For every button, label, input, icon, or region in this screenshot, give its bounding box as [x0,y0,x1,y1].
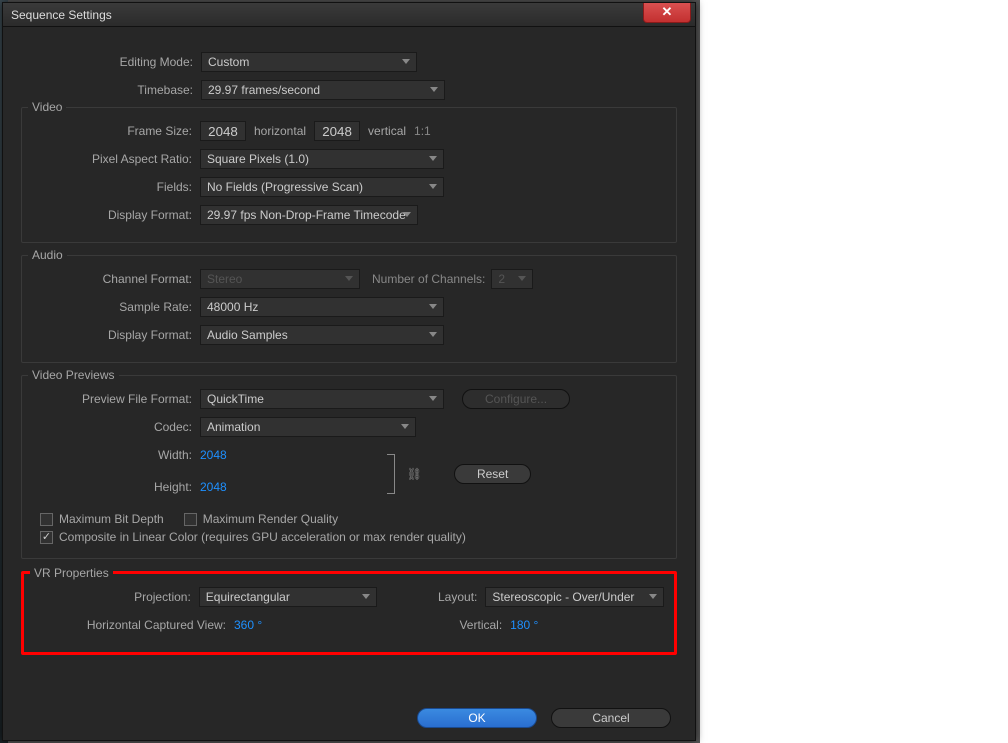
par-value: Square Pixels (1.0) [207,152,309,166]
num-channels-value: 2 [498,272,505,286]
dialog-window: Sequence Settings ✕ Editing Mode: Custom… [2,2,696,741]
layout-dropdown[interactable]: Stereoscopic - Over/Under [485,587,664,607]
audio-group: Audio Channel Format: Stereo Number of C… [21,255,677,363]
composite-linear-label: Composite in Linear Color (requires GPU … [59,530,466,544]
chevron-down-icon [649,594,657,599]
titlebar[interactable]: Sequence Settings ✕ [3,3,695,27]
timebase-value: 29.97 frames/second [208,83,320,97]
projection-value: Equirectangular [206,590,290,604]
fields-value: No Fields (Progressive Scan) [207,180,363,194]
chevron-down-icon [403,212,411,217]
chevron-down-icon [429,156,437,161]
background-right [700,0,1008,743]
audio-display-format-label: Display Format: [32,328,200,342]
window-title: Sequence Settings [11,8,112,22]
video-previews-group: Video Previews Preview File Format: Quic… [21,375,677,559]
composite-linear-checkbox[interactable] [40,531,53,544]
codec-label: Codec: [32,420,200,434]
dialog-content: Editing Mode: Custom Timebase: 29.97 fra… [3,27,695,677]
vr-vertical-label: Vertical: [262,618,510,632]
max-render-quality-checkbox[interactable] [184,513,197,526]
layout-value: Stereoscopic - Over/Under [492,590,634,604]
chevron-down-icon [429,332,437,337]
audio-group-title: Audio [28,248,67,262]
vr-properties-group: VR Properties Projection: Equirectangula… [21,571,677,655]
preview-format-label: Preview File Format: [32,392,200,406]
preview-height-value[interactable]: 2048 [200,480,227,494]
editing-mode-label: Editing Mode: [21,55,201,69]
max-bit-depth-checkbox[interactable] [40,513,53,526]
editing-mode-dropdown[interactable]: Custom [201,52,417,72]
sample-rate-label: Sample Rate: [32,300,200,314]
chevron-down-icon [362,594,370,599]
video-group: Video Frame Size: horizontal vertical 1:… [21,107,677,243]
vr-vertical-value[interactable]: 180 ° [510,618,538,632]
chain-link-icon[interactable]: ⛓ [407,467,422,481]
chevron-down-icon [430,87,438,92]
timebase-dropdown[interactable]: 29.97 frames/second [201,80,445,100]
reset-label: Reset [477,467,508,481]
configure-button: Configure... [462,389,570,409]
chevron-down-icon [429,184,437,189]
fields-dropdown[interactable]: No Fields (Progressive Scan) [200,177,444,197]
video-previews-title: Video Previews [28,368,119,382]
max-bit-depth-label: Maximum Bit Depth [59,512,164,526]
cancel-label: Cancel [592,711,629,725]
chevron-down-icon [518,276,526,281]
channel-format-label: Channel Format: [32,272,200,286]
close-button[interactable]: ✕ [643,3,691,23]
chevron-down-icon [401,424,409,429]
horizontal-text: horizontal [254,124,306,138]
num-channels-dropdown: 2 [491,269,533,289]
dialog-footer: OK Cancel [417,708,671,728]
ok-label: OK [468,711,485,725]
chevron-down-icon [429,396,437,401]
timebase-label: Timebase: [21,83,201,97]
ok-button[interactable]: OK [417,708,537,728]
close-icon: ✕ [662,4,673,19]
frame-height-input[interactable] [314,121,360,141]
preview-format-dropdown[interactable]: QuickTime [200,389,444,409]
par-dropdown[interactable]: Square Pixels (1.0) [200,149,444,169]
fields-label: Fields: [32,180,200,194]
video-display-format-dropdown[interactable]: 29.97 fps Non-Drop-Frame Timecode [200,205,418,225]
preview-format-value: QuickTime [207,392,264,406]
preview-width-label: Width: [32,448,200,462]
sample-rate-dropdown[interactable]: 48000 Hz [200,297,444,317]
channel-format-dropdown: Stereo [200,269,360,289]
chevron-down-icon [345,276,353,281]
frame-width-input[interactable] [200,121,246,141]
codec-dropdown[interactable]: Animation [200,417,416,437]
layout-label: Layout: [377,590,485,604]
codec-value: Animation [207,420,260,434]
preview-height-label: Height: [32,480,200,494]
chevron-down-icon [429,304,437,309]
num-channels-label: Number of Channels: [372,272,485,286]
channel-format-value: Stereo [207,272,242,286]
chevron-down-icon [402,59,410,64]
editing-mode-value: Custom [208,55,249,69]
preview-width-value[interactable]: 2048 [200,448,227,462]
cancel-button[interactable]: Cancel [551,708,671,728]
par-label: Pixel Aspect Ratio: [32,152,200,166]
projection-dropdown[interactable]: Equirectangular [199,587,378,607]
configure-label: Configure... [485,392,547,406]
hcv-label: Horizontal Captured View: [34,618,234,632]
video-display-format-value: 29.97 fps Non-Drop-Frame Timecode [207,208,406,222]
vr-properties-title: VR Properties [30,566,113,580]
hcv-value[interactable]: 360 ° [234,618,262,632]
sample-rate-value: 48000 Hz [207,300,258,314]
max-render-quality-label: Maximum Render Quality [203,512,338,526]
frame-size-label: Frame Size: [32,124,200,138]
bracket-icon [387,454,395,494]
audio-display-format-value: Audio Samples [207,328,288,342]
audio-display-format-dropdown[interactable]: Audio Samples [200,325,444,345]
vertical-text: vertical [368,124,406,138]
projection-label: Projection: [34,590,199,604]
video-display-format-label: Display Format: [32,208,200,222]
aspect-ratio-text: 1:1 [414,124,431,138]
video-group-title: Video [28,100,66,114]
reset-button[interactable]: Reset [454,464,531,484]
